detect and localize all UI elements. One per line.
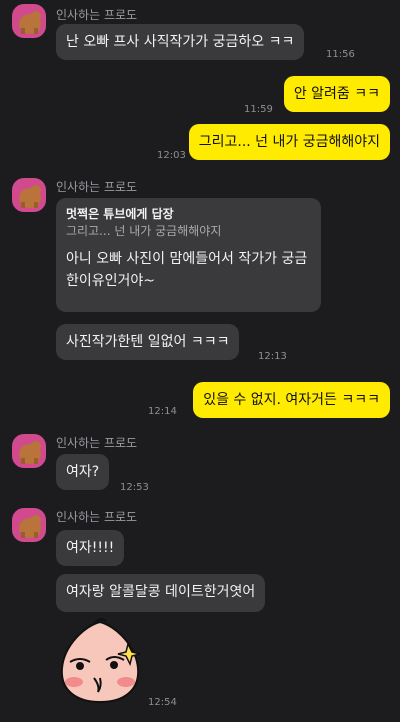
sender-name: 인사하는 프로도 [56,8,138,22]
sender-name: 인사하는 프로도 [56,436,138,450]
bear-avatar-icon [19,515,41,538]
sender-name: 인사하는 프로도 [56,510,138,524]
message-bubble[interactable]: 안 알려줌 ㅋㅋ [283,76,390,112]
message-time: 11:56 [326,49,355,60]
avatar[interactable] [12,508,46,542]
message-time: 11:59 [244,104,273,115]
message-bubble[interactable]: 그리고... 넌 내가 궁금해해야지 [188,124,390,160]
reply-header: 멋쩍은 튜브에게 답장 [66,207,174,221]
avatar[interactable] [12,434,46,468]
message-bubble[interactable]: 여자랑 알콜달콩 데이트한거엿어 [56,574,266,612]
bear-avatar-icon [19,185,41,208]
bear-avatar-icon [19,11,41,34]
message-text: 아니 오빠 사진이 맘에들어서 작가가 궁금한이유인거야~ [66,251,308,289]
message-time: 12:03 [157,150,186,161]
sender-name: 인사하는 프로도 [56,180,138,194]
reply-message-bubble[interactable]: 멋쩍은 튜브에게 답장 그리고... 넌 내가 궁금해해야지 아니 오빠 사진이… [56,198,321,312]
message-time: 12:54 [148,697,177,708]
message-bubble[interactable]: 있을 수 없지. 여자거든 ㅋㅋㅋ [193,382,390,418]
message-time: 12:14 [148,406,177,417]
avatar[interactable] [12,4,46,38]
sticker-image [60,618,141,704]
message-bubble[interactable]: 여자? [56,454,110,490]
message-bubble[interactable]: 여자!!!! [56,530,125,566]
message-bubble[interactable]: 사진작가한텐 일없어 ㅋㅋㅋ [56,324,240,360]
message-time: 12:53 [120,482,149,493]
peach-character-sticker[interactable] [54,616,146,708]
avatar[interactable] [12,178,46,212]
message-time: 12:13 [258,351,287,362]
bear-avatar-icon [19,441,41,464]
reply-quote: 그리고... 넌 내가 궁금해해야지 [66,224,222,238]
message-bubble[interactable]: 난 오빠 프사 사직작가가 궁금하오 ㅋㅋ [56,24,305,60]
